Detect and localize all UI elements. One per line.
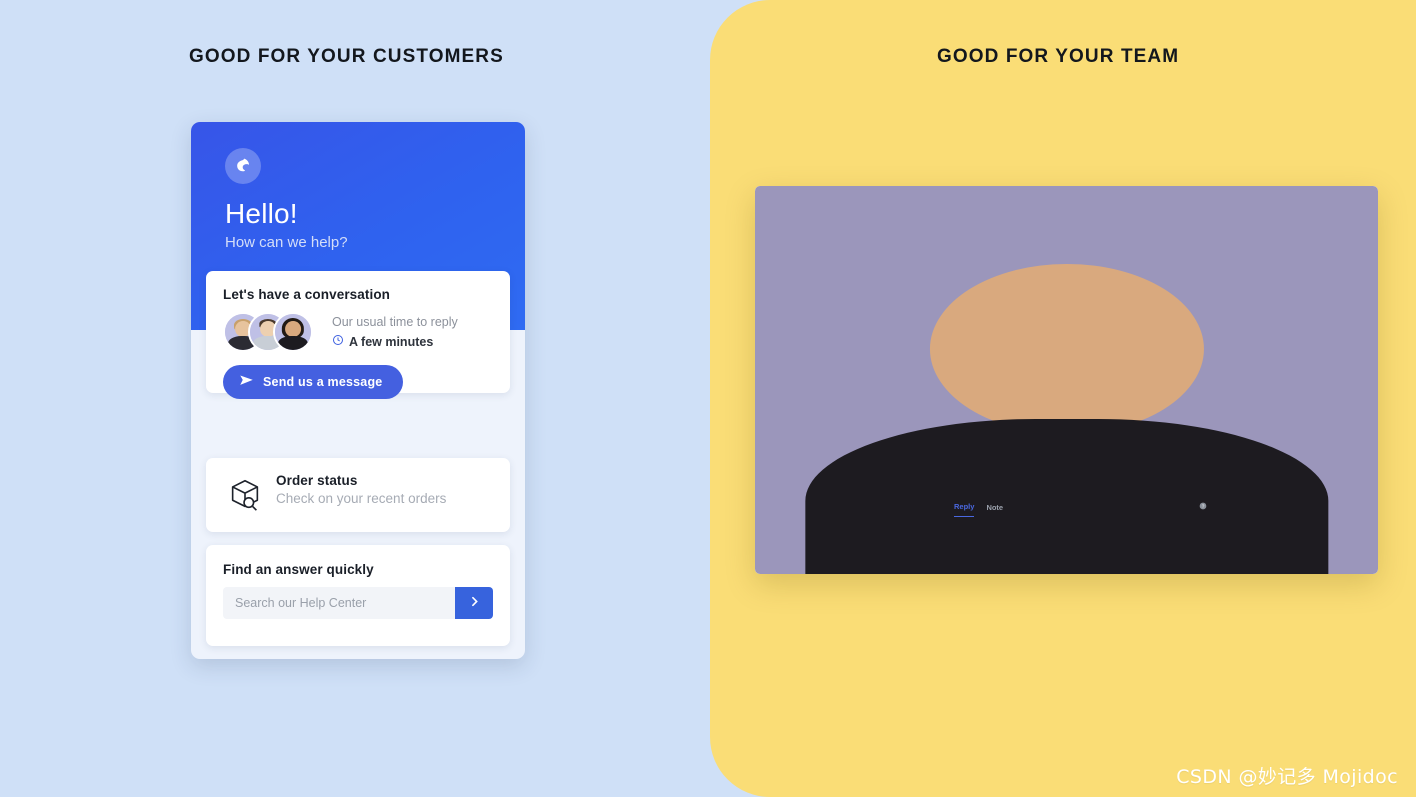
- clock-icon: [332, 334, 344, 349]
- reply-time-value-row: A few minutes: [332, 334, 458, 349]
- composer-tabs: Reply Note ?: [945, 495, 1216, 517]
- avatar: [273, 312, 313, 352]
- send-us-a-message-label: Send us a message: [263, 375, 383, 389]
- message-row-outgoing: Hi there, looks like we might be having …: [755, 186, 1378, 574]
- heading-team: GOOD FOR YOUR TEAM: [937, 46, 1180, 67]
- tab-note[interactable]: Note: [986, 503, 1003, 517]
- conversation-card: Let's have a conversation Our usual time…: [206, 271, 510, 399]
- package-search-icon: [226, 476, 264, 514]
- help-icon[interactable]: ?: [1199, 502, 1207, 510]
- team-avatars: [223, 312, 323, 354]
- help-search-card: Find an answer quickly: [206, 545, 510, 646]
- message-list: CW I'm locked out of my account, can you…: [755, 186, 1378, 574]
- inbox-app-window: Inbox Open 194 Newest CW Christine Waver…: [755, 186, 1378, 574]
- reply-time-label: Our usual time to reply: [332, 315, 458, 329]
- conversation-card-title: Let's have a conversation: [223, 287, 391, 302]
- messenger-widget: Hello! How can we help? Let's have a con…: [191, 122, 525, 659]
- order-status-title: Order status: [276, 473, 358, 488]
- search-submit-button[interactable]: [455, 587, 493, 619]
- order-status-text: Order status Check on your recent orders: [276, 473, 446, 506]
- help-search-title: Find an answer quickly: [223, 562, 374, 577]
- svg-text:?: ?: [1202, 504, 1205, 509]
- page-stage: GOOD FOR YOUR CUSTOMERS GOOD FOR YOUR TE…: [0, 0, 1416, 797]
- messenger-greeting: Hello!: [225, 198, 298, 229]
- messenger-subgreeting: How can we help?: [225, 234, 348, 251]
- reply-time-block: Our usual time to reply A few minutes: [332, 315, 458, 349]
- heading-customers: GOOD FOR YOUR CUSTOMERS: [189, 46, 504, 67]
- order-status-card[interactable]: Order status Check on your recent orders: [206, 458, 510, 532]
- reply-time-value: A few minutes: [349, 334, 434, 349]
- tab-reply[interactable]: Reply: [954, 502, 975, 517]
- avatar: [755, 186, 1378, 574]
- help-search-row: [223, 587, 493, 619]
- send-us-a-message-button[interactable]: Send us a message: [223, 365, 404, 399]
- order-status-subtitle: Check on your recent orders: [276, 491, 447, 506]
- search-input[interactable]: [223, 587, 455, 619]
- chevron-right-icon: [468, 595, 481, 611]
- watermark: CSDN @妙记多 Mojidoc: [1176, 766, 1398, 788]
- company-logo-icon: [225, 148, 261, 184]
- paper-plane-icon: [239, 373, 254, 391]
- conversation-thread-pane: Christine Waverly Account lockout Reply …: [755, 186, 1378, 574]
